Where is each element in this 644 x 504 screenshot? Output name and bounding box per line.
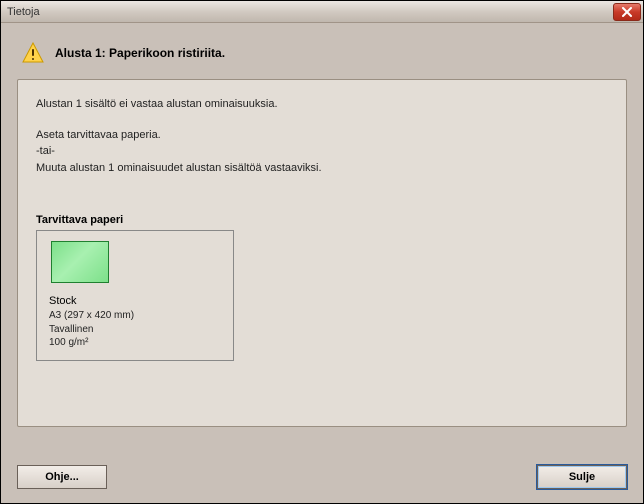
message-line: Muuta alustan 1 ominaisuudet alustan sis…: [36, 160, 608, 177]
titlebar: Tietoja: [1, 1, 643, 23]
button-row: Ohje... Sulje: [17, 465, 627, 489]
message-line: Aseta tarvittavaa paperia.: [36, 127, 608, 144]
help-button[interactable]: Ohje...: [17, 465, 107, 489]
message-line: -tai-: [36, 143, 608, 160]
window-title: Tietoja: [7, 6, 40, 18]
alert-header: Alusta 1: Paperikoon ristiriita.: [17, 35, 627, 79]
message-line: Alustan 1 sisältö ei vastaa alustan omin…: [36, 96, 608, 113]
close-icon: [621, 7, 633, 17]
paper-name: Stock: [49, 295, 221, 307]
close-button[interactable]: Sulje: [537, 465, 627, 489]
alert-title: Alusta 1: Paperikoon ristiriita.: [55, 46, 225, 60]
paper-weight: 100 g/m²: [49, 336, 221, 350]
warning-icon: [21, 41, 45, 65]
message-panel: Alustan 1 sisältö ei vastaa alustan omin…: [17, 79, 627, 427]
paper-card: Stock A3 (297 x 420 mm) Tavallinen 100 g…: [36, 230, 234, 361]
paper-swatch-icon: [51, 241, 109, 283]
dialog-content: Alusta 1: Paperikoon ristiriita. Alustan…: [1, 23, 643, 503]
paper-size: A3 (297 x 420 mm): [49, 309, 221, 323]
close-window-button[interactable]: [613, 3, 641, 21]
paper-type: Tavallinen: [49, 323, 221, 337]
required-paper-label: Tarvittava paperi: [36, 214, 608, 226]
dialog-window: Tietoja Alusta 1: Paperikoon ristiriita.…: [0, 0, 644, 504]
